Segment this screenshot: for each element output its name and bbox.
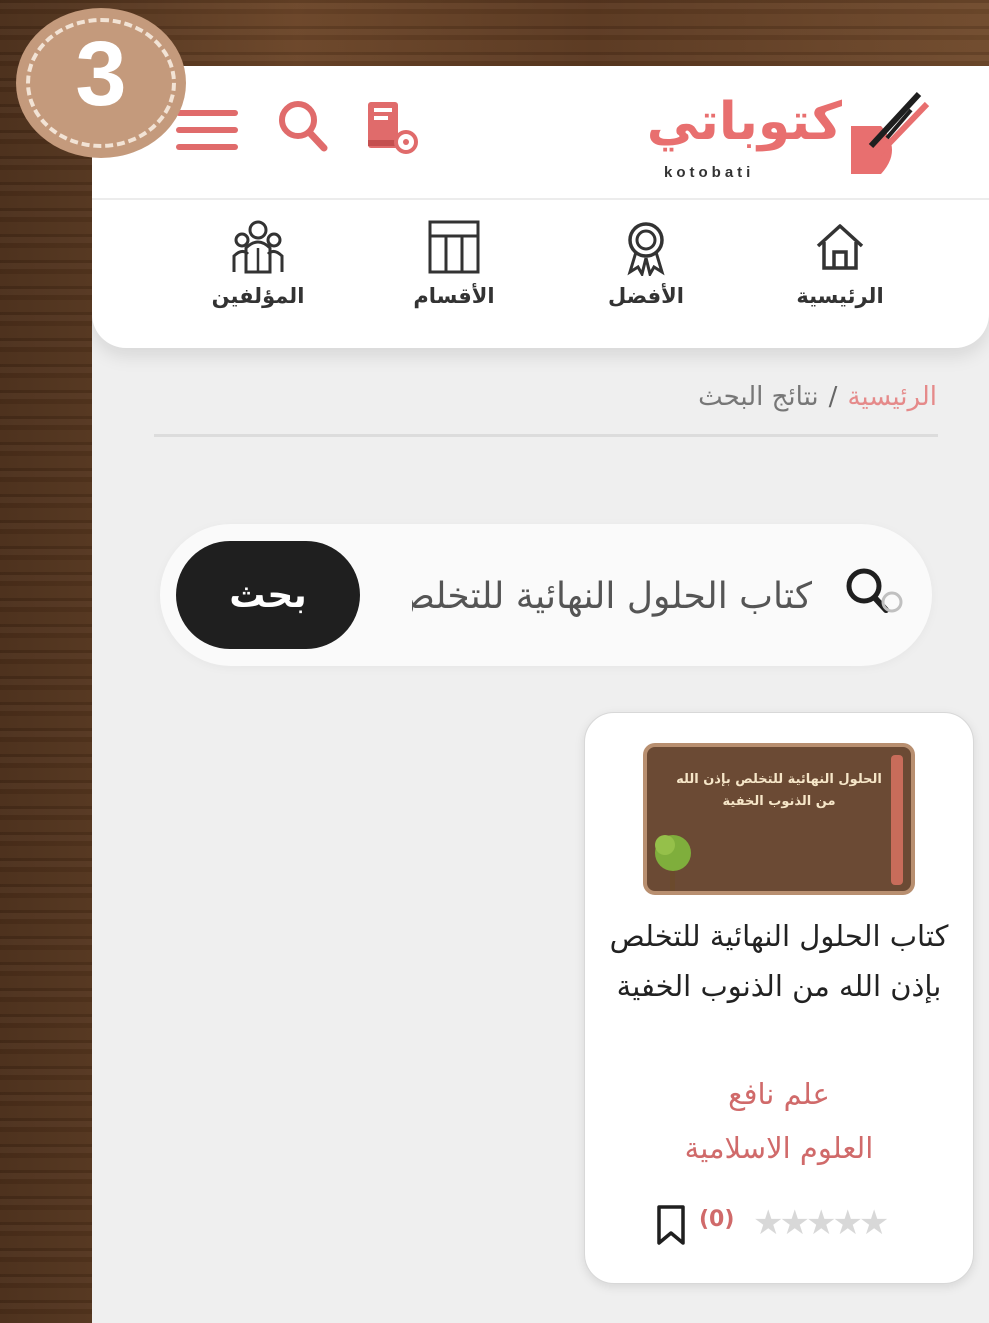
cover-bookmark-strip (891, 755, 903, 885)
search-icon[interactable] (276, 98, 330, 154)
book-author[interactable]: علم نافع (585, 1077, 973, 1111)
header: كتوباتي kotobati الرئيسية الأفضل الأقسام… (92, 66, 989, 348)
breadcrumb: الرئيسية / نتائج البحث (698, 382, 937, 412)
book-cover[interactable]: الحلول النهائية للتخلص بإذن الله من الذن… (643, 743, 915, 895)
nav-item-authors[interactable]: المؤلفين (188, 214, 328, 326)
nav-label-home: الرئيسية (796, 284, 884, 308)
top-bar: كتوباتي kotobati (92, 66, 989, 198)
header-divider (92, 198, 989, 200)
nav-item-sections[interactable]: الأقسام (384, 214, 524, 326)
search-button[interactable]: بحث (176, 541, 360, 649)
search-bar: بحث (160, 524, 932, 666)
nav-label-best: الأفضل (607, 284, 685, 308)
nav-label-authors: المؤلفين (211, 284, 305, 308)
nav-item-home[interactable]: الرئيسية (770, 214, 910, 326)
book-title[interactable]: كتاب الحلول النهائية للتخلص بإذن الله من… (605, 911, 953, 1011)
award-icon (627, 222, 665, 276)
grid-icon (428, 220, 480, 274)
logo-text: كتوباتي (646, 92, 844, 152)
search-input[interactable] (410, 564, 814, 628)
logo-mark-icon (851, 91, 930, 174)
main-nav: الرئيسية الأفضل الأقسام المؤلفين (92, 214, 989, 326)
book-icon[interactable] (362, 98, 420, 156)
nav-item-best[interactable]: الأفضل (576, 214, 716, 326)
bookmark-icon[interactable] (655, 1203, 687, 1247)
cover-title: الحلول النهائية للتخلص بإذن الله من الذن… (676, 772, 882, 809)
step-number: 3 (75, 23, 127, 125)
card-footer: (0) ★★★★★ (645, 1201, 925, 1251)
logo-sub: kotobati (664, 164, 755, 181)
breadcrumb-divider (154, 434, 938, 437)
breadcrumb-home-link[interactable]: الرئيسية (847, 382, 937, 412)
home-icon (816, 224, 864, 270)
step-badge: 3 (16, 8, 186, 158)
tree-icon (655, 835, 691, 891)
nav-label-sections: الأقسام (413, 284, 495, 308)
phone-screen: كتوباتي kotobati الرئيسية الأفضل الأقسام… (92, 66, 989, 1323)
breadcrumb-current: نتائج البحث (698, 382, 819, 412)
star-rating[interactable]: ★★★★★ (753, 1203, 889, 1243)
authors-icon (232, 220, 284, 274)
breadcrumb-separator: / (828, 382, 838, 412)
kotobati-logo[interactable]: كتوباتي kotobati (647, 86, 937, 196)
book-category[interactable]: العلوم الاسلامية (585, 1131, 973, 1165)
rating-count: (0) (699, 1207, 735, 1232)
search-glass-icon (846, 568, 903, 613)
book-result-card[interactable]: الحلول النهائية للتخلص بإذن الله من الذن… (584, 712, 974, 1284)
